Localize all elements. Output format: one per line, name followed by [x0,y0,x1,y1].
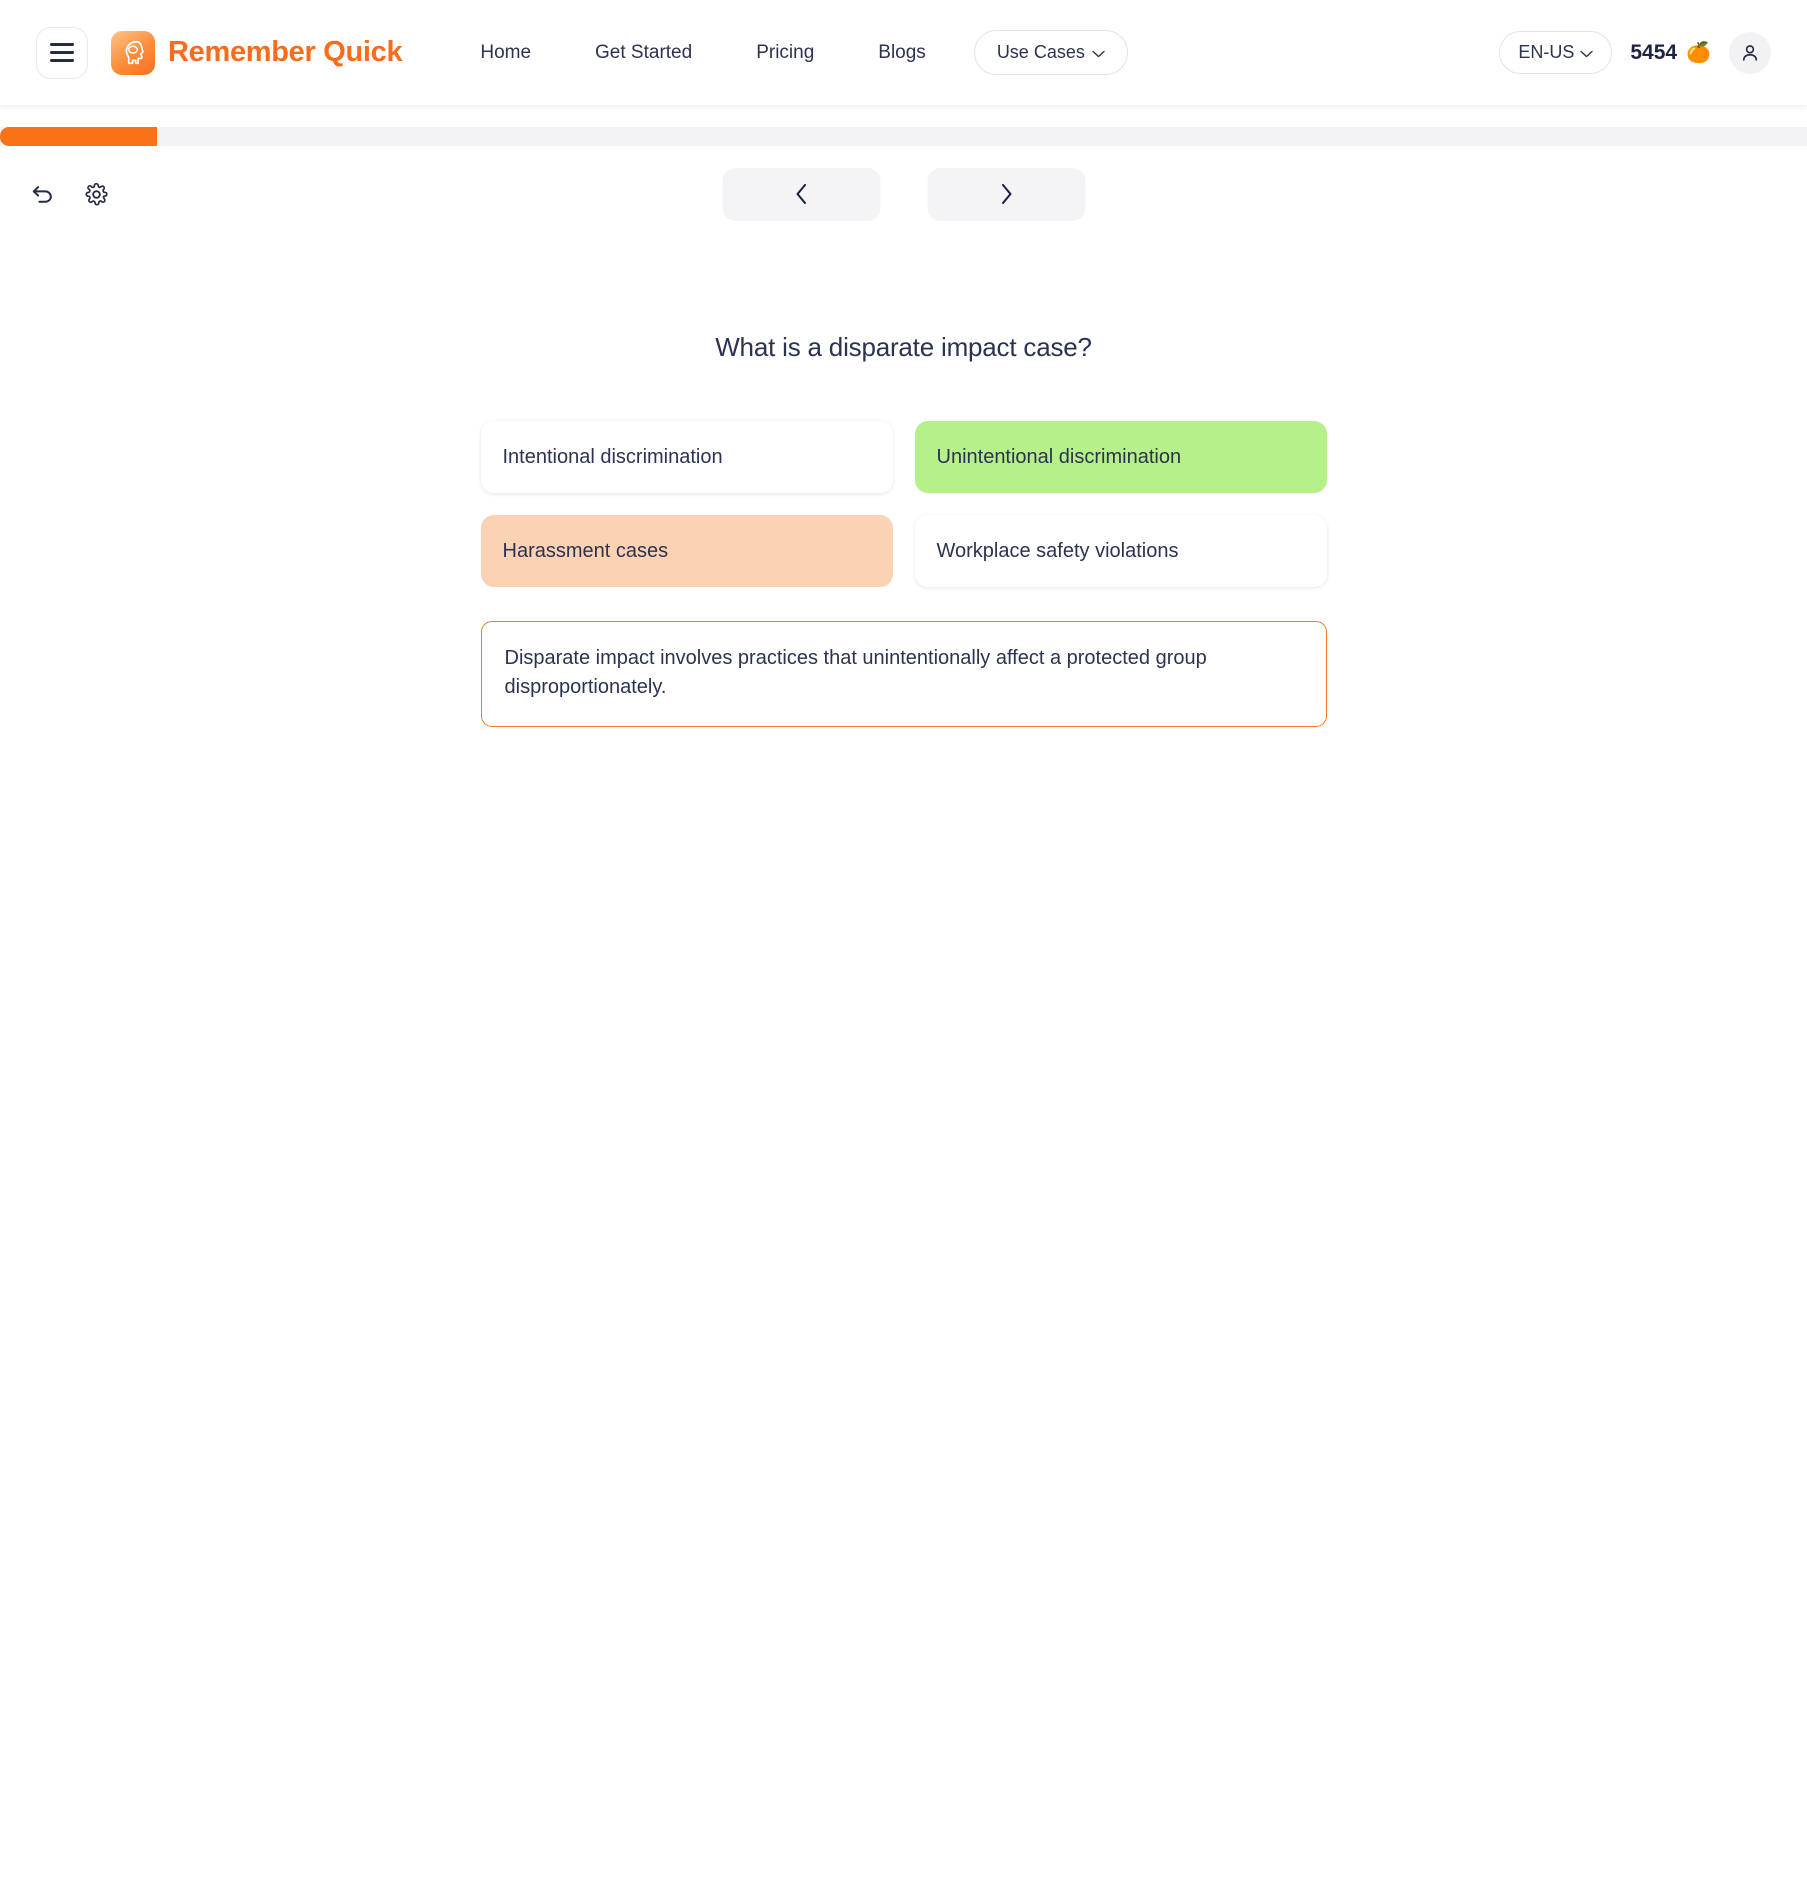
quiz-option-label: Unintentional discrimination [936,445,1182,468]
brand-logo-link[interactable]: Remember Quick [111,30,403,75]
language-label: EN-US [1518,42,1575,62]
chevron-down-icon [1580,42,1594,63]
previous-card-button[interactable] [722,167,880,221]
nav-link-get-started[interactable]: Get Started [563,34,724,72]
quiz-option-label: Harassment cases [502,539,669,562]
chevron-right-icon [1001,183,1012,205]
quiz-question: What is a disparate impact case? [715,332,1092,362]
quiz-explanation: Disparate impact involves practices that… [480,621,1327,727]
lesson-progress-fill [0,127,158,146]
credits-counter[interactable]: 5454 🍊 [1630,41,1711,65]
avatar[interactable] [1729,31,1771,74]
next-card-button[interactable] [927,167,1085,221]
hamburger-icon-line [50,43,74,46]
quiz-option-label: Workplace safety violations [936,539,1179,562]
quiz-navigation-buttons [722,167,1085,221]
gear-icon[interactable] [84,182,109,207]
quiz-option-label: Intentional discrimination [502,445,723,468]
language-selector[interactable]: EN-US [1499,31,1613,74]
orange-fruit-icon: 🍊 [1686,41,1711,64]
toolbar-icon-group [30,182,109,207]
brand-name: Remember Quick [168,36,403,68]
site-header: Remember Quick Home Get Started Pricing … [0,0,1807,105]
brain-head-icon [111,30,155,75]
quiz-option[interactable]: Workplace safety violations [914,515,1327,587]
use-cases-label: Use Cases [996,42,1085,62]
quiz-option-selected-wrong[interactable]: Harassment cases [480,515,893,587]
quiz-card: What is a disparate impact case? Intenti… [480,332,1327,727]
hamburger-menu-button[interactable] [36,26,88,79]
undo-arrow-icon[interactable] [30,182,55,207]
nav-link-pricing[interactable]: Pricing [724,34,846,72]
hamburger-icon-line [50,51,74,54]
chevron-down-icon [1092,42,1105,63]
credits-value: 5454 [1630,40,1678,64]
nav-link-blogs[interactable]: Blogs [846,34,958,72]
nav-link-home[interactable]: Home [448,34,563,72]
quiz-option-correct[interactable]: Unintentional discrimination [914,421,1327,493]
quiz-option[interactable]: Intentional discrimination [480,421,893,493]
main-navigation: Home Get Started Pricing Blogs Use Cases [448,30,1128,75]
hamburger-icon-line [50,59,74,62]
use-cases-dropdown[interactable]: Use Cases [973,30,1128,75]
lesson-progress-bar [0,127,1807,146]
chevron-left-icon [795,183,806,205]
quiz-options-grid: Intentional discrimination Unintentional… [480,421,1327,587]
person-icon [1742,44,1758,61]
quiz-toolbar [0,146,1807,242]
header-right-controls: EN-US 5454 🍊 [1499,31,1771,74]
